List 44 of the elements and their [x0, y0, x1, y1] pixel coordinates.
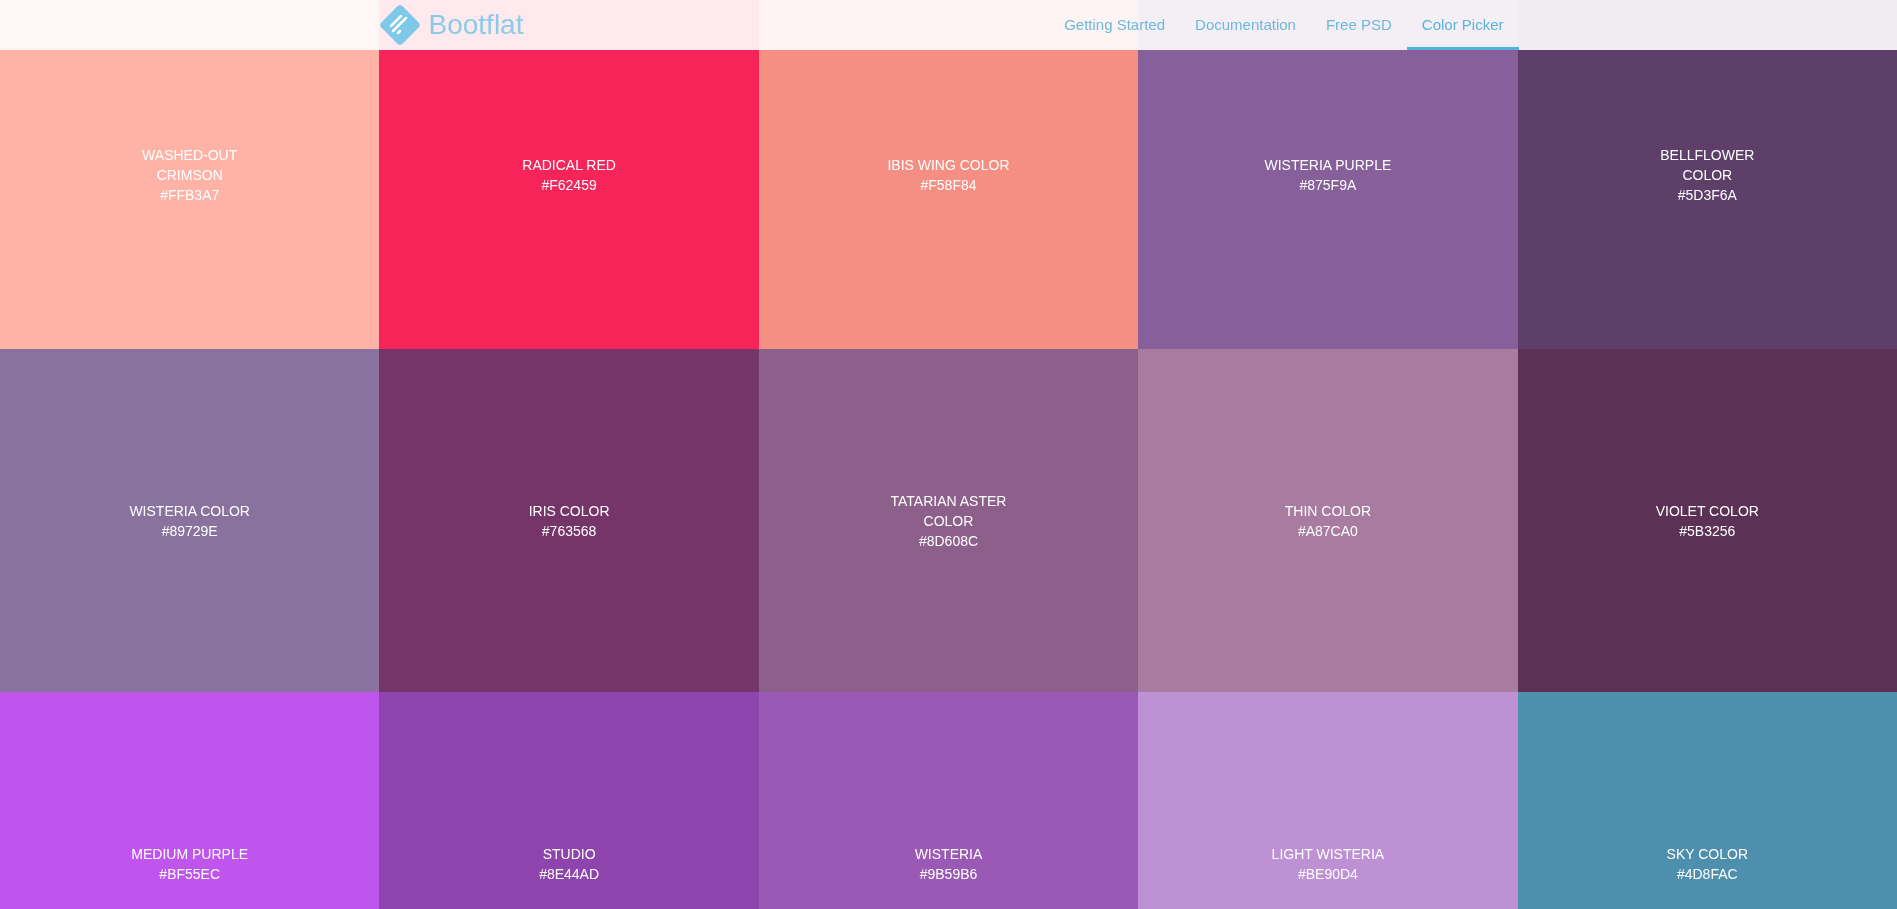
nav-link[interactable]: Free PSD: [1310, 0, 1407, 50]
color-hex: #A87CA0: [1297, 521, 1358, 541]
color-name: MEDIUM PURPLE: [131, 844, 249, 864]
color-swatch[interactable]: WISTERIA COLOR #89729E: [0, 349, 380, 692]
color-hex: #F62459: [541, 175, 597, 195]
color-swatch[interactable]: SKY COLOR #4D8FAC: [1517, 692, 1897, 909]
color-hex: #FFB3A7: [160, 185, 220, 205]
color-swatch[interactable]: MEDIUM PURPLE #BF55EC: [0, 692, 380, 909]
color-hex: #5B3256: [1679, 521, 1736, 541]
color-hex: #8E44AD: [539, 864, 600, 884]
color-hex: #BE90D4: [1297, 864, 1358, 884]
color-hex: #89729E: [161, 521, 218, 541]
color-hex: #F58F84: [920, 175, 977, 195]
color-swatch[interactable]: THIN COLOR #A87CA0: [1138, 349, 1518, 692]
color-hex: #BF55EC: [159, 864, 221, 884]
color-name: THIN COLOR: [1284, 501, 1372, 521]
color-name: WISTERIA: [914, 844, 983, 864]
color-name: WISTERIA PURPLE: [1264, 155, 1392, 175]
color-swatch[interactable]: VIOLET COLOR #5B3256: [1517, 349, 1897, 692]
color-hex: #4D8FAC: [1676, 864, 1738, 884]
color-name: WISTERIA COLOR: [129, 501, 250, 521]
color-swatch[interactable]: WISTERIA #9B59B6: [758, 692, 1139, 909]
nav-link[interactable]: Color Picker: [1406, 0, 1519, 50]
color-swatch[interactable]: IRIS COLOR #763568: [379, 349, 759, 692]
color-swatch[interactable]: TATARIAN ASTER COLOR #8D608C: [758, 349, 1139, 692]
color-hex: #8D608C: [918, 531, 979, 551]
color-swatch[interactable]: STUDIO #8E44AD: [379, 692, 759, 909]
logo-text: Bootflat: [428, 8, 524, 42]
color-name: BELLFLOWER COLOR: [1659, 145, 1756, 185]
color-name: LIGHT WISTERIA: [1271, 844, 1385, 864]
color-name: IRIS COLOR: [528, 501, 610, 521]
color-name: WASHED-OUT CRIMSON: [141, 145, 239, 185]
color-name: TATARIAN ASTER COLOR: [889, 491, 1008, 531]
color-name: SKY COLOR: [1666, 844, 1748, 864]
color-swatch[interactable]: LIGHT WISTERIA #BE90D4: [1138, 692, 1518, 909]
color-hex: #763568: [541, 521, 597, 541]
color-hex: #5D3F6A: [1677, 185, 1737, 205]
color-name: STUDIO: [542, 844, 596, 864]
color-hex: #9B59B6: [919, 864, 978, 884]
color-name: IBIS WING COLOR: [887, 155, 1010, 175]
color-name: VIOLET COLOR: [1655, 501, 1759, 521]
nav-link[interactable]: Documentation: [1180, 0, 1311, 50]
color-name: RADICAL RED: [522, 155, 616, 175]
color-hex: #875F9A: [1299, 175, 1357, 195]
